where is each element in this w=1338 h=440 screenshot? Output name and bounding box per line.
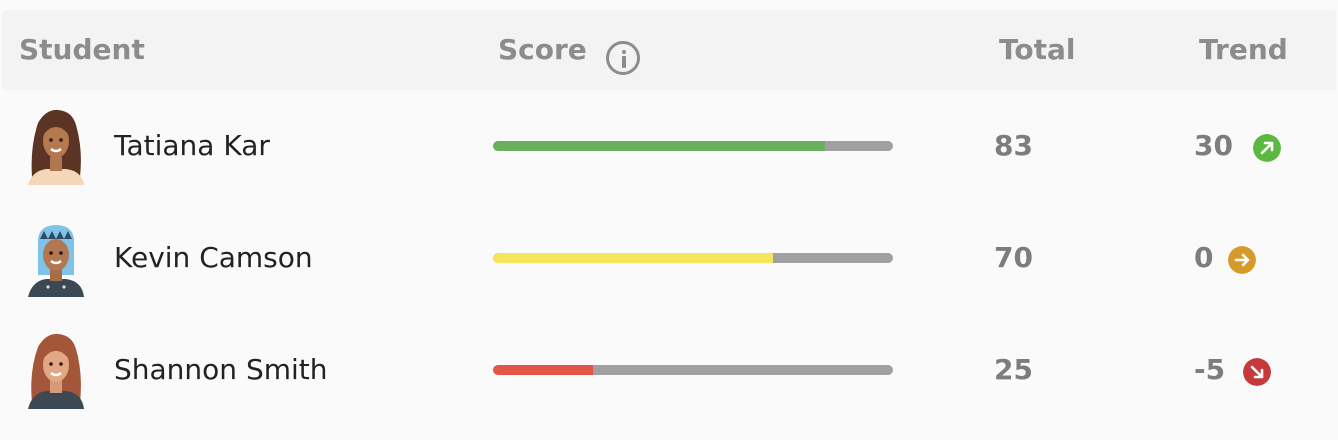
score-fill — [493, 253, 773, 263]
trend-down-icon — [1243, 358, 1271, 386]
table-row[interactable]: Tatiana Kar 83 30 — [0, 90, 1338, 202]
student-name: Tatiana Kar — [114, 129, 270, 162]
student-name: Kevin Camson — [114, 241, 313, 274]
header-total[interactable]: Total — [999, 10, 1076, 90]
header-score[interactable]: Score — [498, 10, 587, 90]
score-fill — [493, 365, 593, 375]
avatar — [28, 333, 84, 409]
trend-value: 0 — [1194, 241, 1214, 274]
trend-flat-icon — [1228, 246, 1256, 274]
table-header: Student Score Total Trend — [2, 10, 1336, 90]
avatar — [28, 109, 84, 185]
table-row[interactable]: Shannon Smith 25 -5 — [0, 314, 1338, 426]
avatar — [28, 225, 84, 297]
score-fill — [493, 141, 825, 151]
score-bar — [493, 141, 893, 151]
score-bar — [493, 365, 893, 375]
total-value: 70 — [994, 241, 1033, 274]
header-student[interactable]: Student — [19, 10, 145, 90]
header-trend[interactable]: Trend — [1199, 10, 1288, 90]
score-bar — [493, 253, 893, 263]
total-value: 83 — [994, 129, 1033, 162]
total-value: 25 — [994, 353, 1033, 386]
table-row[interactable]: Kevin Camson 70 0 — [0, 202, 1338, 314]
student-name: Shannon Smith — [114, 353, 328, 386]
info-icon[interactable] — [606, 41, 640, 75]
trend-value: 30 — [1194, 129, 1233, 162]
student-score-table: Student Score Total Trend Tatiana Kar 83… — [0, 0, 1338, 440]
trend-value: -5 — [1194, 353, 1226, 386]
trend-up-icon — [1253, 134, 1281, 162]
